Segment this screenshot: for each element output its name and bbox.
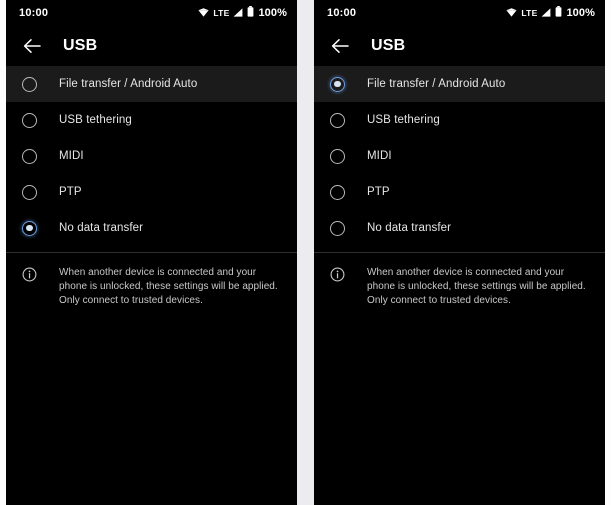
- option-row-no-data-transfer[interactable]: No data transfer: [6, 210, 297, 246]
- option-row-file-transfer[interactable]: File transfer / Android Auto: [314, 66, 605, 102]
- wifi-icon: [506, 4, 518, 22]
- app-bar: USB: [314, 26, 605, 65]
- option-label: No data transfer: [367, 222, 452, 234]
- option-row-ptp[interactable]: PTP: [6, 174, 297, 210]
- radio-midi[interactable]: [22, 148, 37, 164]
- back-arrow-icon[interactable]: [327, 33, 353, 59]
- signal-icon: [541, 4, 551, 22]
- status-bar: 10:00 LTE 100%: [6, 0, 297, 26]
- option-row-usb-tethering[interactable]: USB tethering: [314, 102, 605, 138]
- screenshot-stage: 10:00 LTE 100% USB File transfer / Andro…: [0, 0, 611, 505]
- network-type-label: LTE: [213, 8, 230, 18]
- option-label: MIDI: [59, 150, 84, 162]
- usb-mode-option-list: File transfer / Android Auto USB tetheri…: [314, 65, 605, 246]
- radio-usb-tethering[interactable]: [22, 112, 37, 128]
- status-bar: 10:00 LTE 100%: [314, 0, 605, 26]
- option-row-usb-tethering[interactable]: USB tethering: [6, 102, 297, 138]
- empty-content-area: [6, 308, 297, 505]
- radio-ptp[interactable]: [330, 184, 345, 200]
- option-row-file-transfer[interactable]: File transfer / Android Auto: [6, 66, 297, 102]
- option-label: File transfer / Android Auto: [367, 78, 506, 90]
- option-row-no-data-transfer[interactable]: No data transfer: [314, 210, 605, 246]
- option-label: No data transfer: [59, 222, 144, 234]
- info-note-text: When another device is connected and you…: [367, 267, 586, 306]
- status-bar-clock: 10:00: [327, 7, 357, 19]
- status-bar-indicators: LTE 100%: [506, 4, 595, 22]
- page-title: USB: [63, 36, 98, 54]
- panel-separator: [297, 0, 314, 505]
- info-note-text: When another device is connected and you…: [59, 267, 278, 306]
- wifi-icon: [198, 4, 210, 22]
- option-label: PTP: [59, 186, 82, 198]
- usb-mode-option-list: File transfer / Android Auto USB tetheri…: [6, 65, 297, 246]
- battery-percent-label: 100%: [566, 7, 595, 19]
- info-icon: [330, 267, 345, 282]
- radio-midi[interactable]: [330, 148, 345, 164]
- option-label: USB tethering: [59, 114, 132, 126]
- battery-icon: [555, 4, 562, 22]
- battery-percent-label: 100%: [258, 7, 287, 19]
- option-label: File transfer / Android Auto: [59, 78, 198, 90]
- option-label: USB tethering: [367, 114, 440, 126]
- empty-content-area: [314, 308, 605, 505]
- radio-file-transfer[interactable]: [330, 76, 345, 92]
- radio-no-data-transfer[interactable]: [22, 220, 37, 236]
- usb-info-note: When another device is connected and you…: [6, 253, 297, 308]
- left-panel: 10:00 LTE 100% USB File transfer / Andro…: [6, 0, 297, 505]
- option-row-midi[interactable]: MIDI: [6, 138, 297, 174]
- back-arrow-icon[interactable]: [19, 33, 45, 59]
- battery-icon: [247, 4, 254, 22]
- app-bar: USB: [6, 26, 297, 65]
- status-bar-indicators: LTE 100%: [198, 4, 287, 22]
- radio-usb-tethering[interactable]: [330, 112, 345, 128]
- option-row-midi[interactable]: MIDI: [314, 138, 605, 174]
- radio-no-data-transfer[interactable]: [330, 220, 345, 236]
- page-title: USB: [371, 36, 406, 54]
- radio-file-transfer[interactable]: [22, 76, 37, 92]
- network-type-label: LTE: [521, 8, 538, 18]
- option-row-ptp[interactable]: PTP: [314, 174, 605, 210]
- outer-margin-right: [605, 0, 611, 505]
- right-panel: 10:00 LTE 100% USB File transfer / Andro…: [314, 0, 605, 505]
- radio-ptp[interactable]: [22, 184, 37, 200]
- usb-info-note: When another device is connected and you…: [314, 253, 605, 308]
- option-label: MIDI: [367, 150, 392, 162]
- option-label: PTP: [367, 186, 390, 198]
- info-icon: [22, 267, 37, 282]
- signal-icon: [233, 4, 243, 22]
- status-bar-clock: 10:00: [19, 7, 49, 19]
